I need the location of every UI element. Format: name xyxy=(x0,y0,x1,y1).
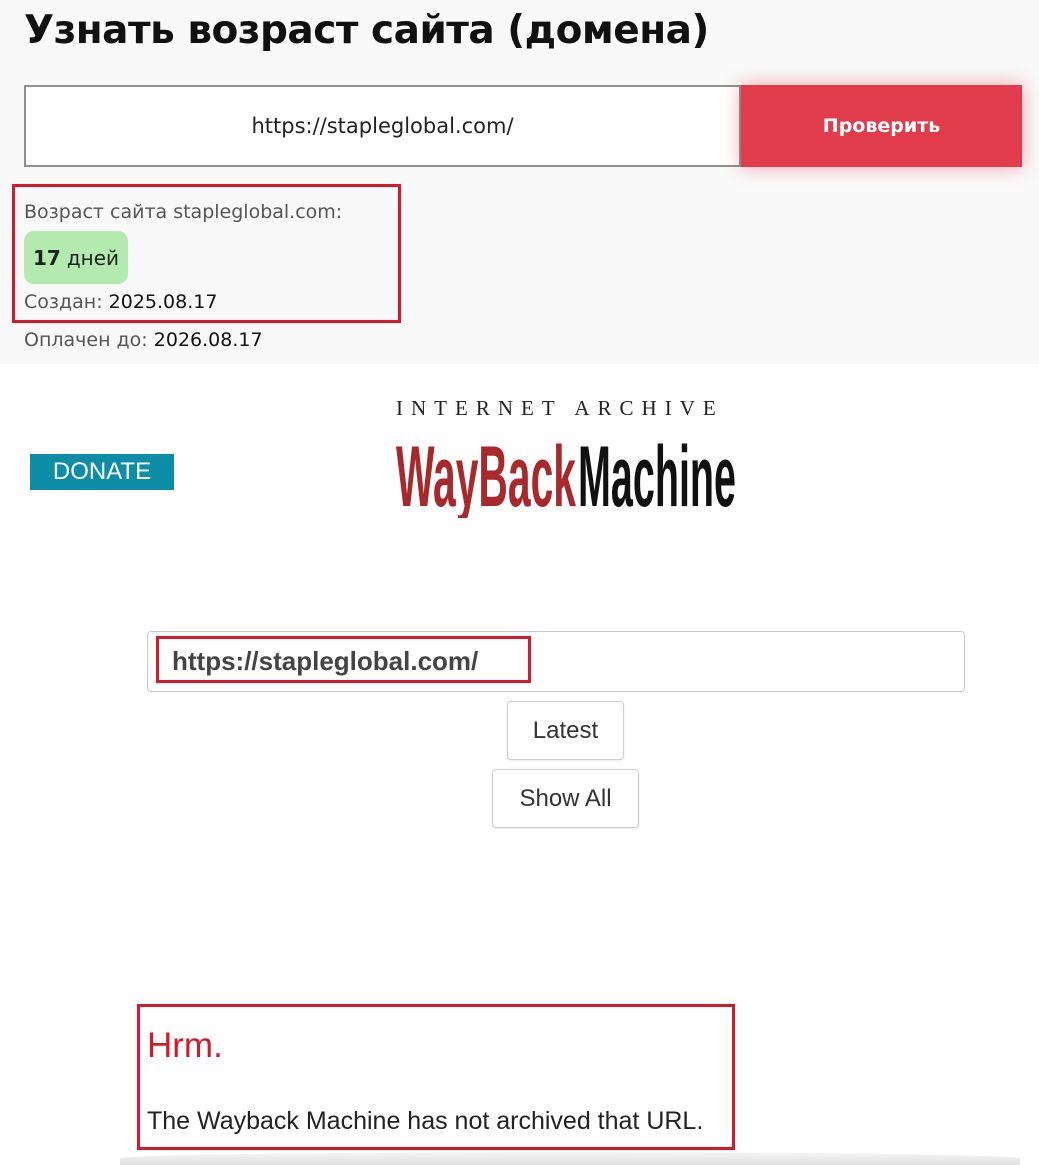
bottom-shadow xyxy=(120,1152,1020,1165)
internet-archive-logo-text: INTERNET ARCHIVE xyxy=(396,396,724,420)
logo-machine-text: Machine xyxy=(578,429,736,518)
created-label: Создан: xyxy=(24,291,103,313)
url-input[interactable] xyxy=(24,85,741,167)
age-number: 17 xyxy=(32,245,61,270)
error-message: The Wayback Machine has not archived tha… xyxy=(147,1107,704,1135)
logo-wayback-text: WayBack xyxy=(396,429,576,518)
age-unit: дней xyxy=(66,245,120,270)
latest-button[interactable]: Latest xyxy=(507,701,624,760)
paid-until-label: Оплачен до: xyxy=(24,329,148,351)
error-title: Hrm. xyxy=(147,1026,223,1065)
paid-until-line: Оплачен до: 2026.08.17 xyxy=(24,329,263,351)
donate-button[interactable]: DONATE xyxy=(30,454,174,490)
page-title: Узнать возраст сайта (домена) xyxy=(24,8,709,53)
age-badge: 17 дней xyxy=(24,231,128,284)
show-all-button[interactable]: Show All xyxy=(492,769,639,828)
paid-until-date: 2026.08.17 xyxy=(153,329,263,351)
created-date: 2025.08.17 xyxy=(108,291,218,313)
wayback-search-input[interactable] xyxy=(147,631,965,692)
check-button[interactable]: Проверить xyxy=(741,85,1022,167)
created-line: Создан: 2025.08.17 xyxy=(24,291,217,313)
site-age-label: Возраст сайта stapleglobal.com: xyxy=(24,201,343,223)
wayback-machine-logo[interactable]: WayBack Machine xyxy=(396,428,736,518)
